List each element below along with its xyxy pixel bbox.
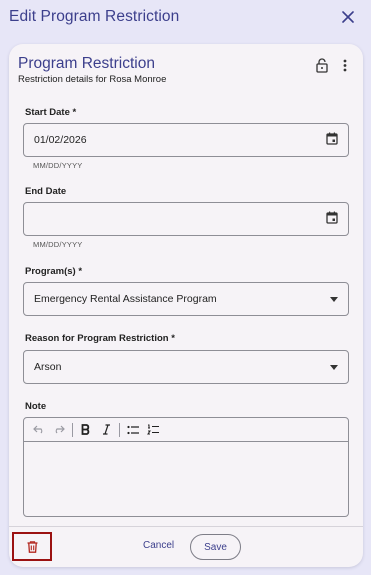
footer-divider — [9, 526, 363, 527]
save-button[interactable]: Save — [190, 534, 241, 560]
start-date-value[interactable]: 01/02/2026 — [34, 134, 326, 146]
editor-toolbar — [24, 418, 348, 442]
reason-value[interactable]: Arson — [34, 361, 330, 373]
restriction-card: Program Restriction Restriction details … — [9, 44, 363, 567]
trash-icon — [27, 540, 37, 553]
programs-value[interactable]: Emergency Rental Assistance Program — [34, 293, 330, 305]
programs-label: Program(s) * — [25, 266, 83, 277]
note-text-area[interactable] — [24, 442, 348, 516]
delete-button[interactable] — [12, 532, 52, 561]
start-date-label: Start Date * — [25, 107, 77, 118]
dialog-title: Edit Program Restriction — [9, 8, 180, 25]
note-editor — [23, 417, 349, 517]
start-date-helper: MM/DD/YYYY — [33, 161, 83, 170]
dropdown-arrow-icon[interactable] — [330, 361, 338, 373]
cancel-button[interactable]: Cancel — [143, 540, 174, 551]
dropdown-arrow-icon[interactable] — [330, 293, 338, 305]
reason-select[interactable]: Arson — [23, 350, 349, 384]
toolbar-divider — [72, 422, 73, 437]
italic-icon[interactable] — [96, 420, 116, 440]
close-icon[interactable] — [337, 6, 359, 28]
end-date-label: End Date — [25, 186, 67, 197]
calendar-icon[interactable] — [326, 132, 338, 148]
redo-icon[interactable] — [49, 420, 69, 440]
dialog-header: Edit Program Restriction — [0, 0, 371, 34]
numbered-list-icon[interactable] — [143, 420, 163, 440]
card-title: Program Restriction — [18, 55, 155, 72]
card-subtitle: Restriction details for Rosa Monroe — [18, 74, 167, 85]
start-date-field[interactable]: 01/02/2026 — [23, 123, 349, 157]
toolbar-divider — [119, 422, 120, 437]
reason-label: Reason for Program Restriction * — [25, 333, 175, 344]
bullet-list-icon[interactable] — [123, 420, 143, 440]
undo-icon[interactable] — [29, 420, 49, 440]
end-date-field[interactable] — [23, 202, 349, 236]
end-date-helper: MM/DD/YYYY — [33, 240, 83, 249]
lock-open-icon[interactable] — [314, 56, 330, 74]
more-vertical-icon[interactable] — [338, 56, 352, 74]
calendar-icon[interactable] — [326, 211, 338, 227]
note-label: Note — [25, 401, 47, 412]
programs-select[interactable]: Emergency Rental Assistance Program — [23, 282, 349, 316]
bold-icon[interactable] — [76, 420, 96, 440]
